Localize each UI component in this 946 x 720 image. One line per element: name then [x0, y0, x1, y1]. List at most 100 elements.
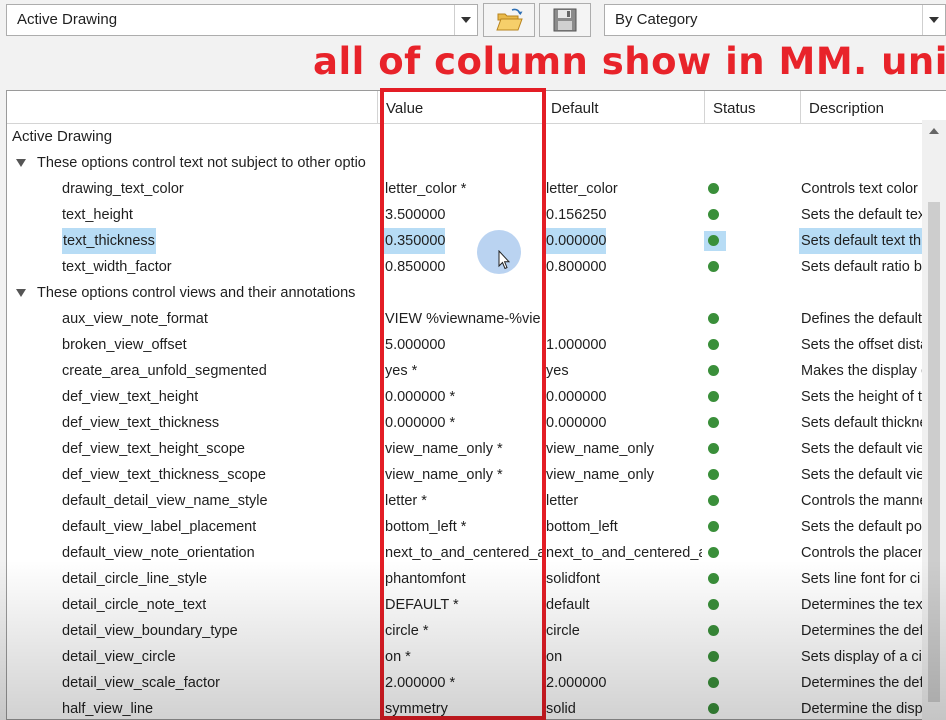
option-description: Sets the height of t: [801, 389, 922, 405]
option-value: phantomfont: [385, 571, 466, 587]
status-ok-icon: [708, 677, 719, 688]
option-row[interactable]: aux_view_note_format VIEW %viewname-%vie D…: [7, 306, 946, 332]
status-indicator: [704, 384, 726, 410]
options-grid[interactable]: Value Default Status Description Active …: [6, 90, 946, 720]
scroll-up-icon[interactable]: [929, 128, 939, 134]
drawing-select[interactable]: Active Drawing: [6, 4, 478, 36]
option-row[interactable]: half_view_line symmetry solid Determine the…: [7, 696, 946, 719]
drawing-select-value: Active Drawing: [17, 11, 118, 28]
option-value: next_to_and_centered_a: [385, 545, 543, 561]
option-name: def_view_text_height_scope: [62, 441, 245, 457]
option-description: Sets the offset dista: [801, 337, 929, 353]
vertical-scrollbar[interactable]: [922, 120, 946, 720]
option-default: solid: [546, 701, 576, 717]
option-row[interactable]: create_area_unfold_segmented yes * yes Make…: [7, 358, 946, 384]
option-default: view_name_only: [546, 467, 655, 483]
status-ok-icon: [708, 547, 719, 558]
option-default: letter_color: [546, 181, 618, 197]
category-row[interactable]: These options control text not subject t…: [7, 150, 946, 176]
option-value: 3.500000: [385, 207, 446, 223]
option-description: Controls text color: [801, 181, 918, 197]
status-indicator: [704, 488, 726, 514]
column-header-description[interactable]: Description: [800, 91, 946, 123]
option-row[interactable]: def_view_text_height 0.000000 * 0.000000 Se…: [7, 384, 946, 410]
option-name: def_view_text_thickness: [62, 415, 220, 431]
option-name: def_view_text_height: [62, 389, 199, 405]
status-indicator: [704, 254, 726, 280]
option-row[interactable]: detail_circle_note_text DEFAULT * default D…: [7, 592, 946, 618]
option-default: 0.800000: [546, 259, 607, 275]
status-indicator: [704, 436, 726, 462]
option-default: view_name_only: [546, 441, 655, 457]
option-description: Controls the placem: [801, 545, 929, 561]
chevron-down-icon[interactable]: [454, 5, 477, 35]
scroll-thumb[interactable]: [928, 202, 940, 702]
option-default: 0.000000: [546, 415, 607, 431]
column-header-default[interactable]: Default: [542, 91, 704, 123]
category-row[interactable]: These options control views and their an…: [7, 280, 946, 306]
collapse-triangle-icon[interactable]: [16, 289, 26, 297]
option-name: detail_view_circle: [62, 649, 176, 665]
status-ok-icon: [708, 443, 719, 454]
option-value: yes *: [385, 363, 418, 379]
status-indicator: [704, 566, 726, 592]
status-indicator: [704, 670, 726, 696]
status-indicator: [704, 202, 726, 228]
option-row[interactable]: def_view_text_thickness 0.000000 * 0.00000…: [7, 410, 946, 436]
option-value: 0.000000 *: [385, 389, 456, 405]
option-value: 2.000000 *: [385, 675, 456, 691]
option-row[interactable]: drawing_text_color letter_color * letter_c…: [7, 176, 946, 202]
column-header-value[interactable]: Value: [377, 91, 542, 123]
option-value: VIEW %viewname-%vie: [385, 311, 541, 327]
option-value: circle *: [385, 623, 429, 639]
option-row[interactable]: def_view_text_height_scope view_name_only…: [7, 436, 946, 462]
option-row[interactable]: detail_view_scale_factor 2.000000 * 2.0000…: [7, 670, 946, 696]
chevron-down-icon[interactable]: [922, 5, 945, 35]
option-value: 0.350000: [384, 228, 445, 254]
option-value: bottom_left *: [385, 519, 467, 535]
option-name: text_thickness: [62, 228, 156, 254]
status-ok-icon: [708, 391, 719, 402]
toolbar: Active Drawing By Category: [0, 0, 946, 44]
option-value: letter *: [385, 493, 427, 509]
option-name: text_width_factor: [62, 259, 172, 275]
collapse-triangle-icon[interactable]: [16, 159, 26, 167]
save-icon: [553, 8, 577, 32]
option-name: broken_view_offset: [62, 337, 187, 353]
option-value: view_name_only *: [385, 441, 503, 457]
option-row[interactable]: default_view_label_placement bottom_left …: [7, 514, 946, 540]
category-label: These options control text not subject t…: [37, 155, 366, 171]
status-ok-icon: [708, 521, 719, 532]
option-name: half_view_line: [62, 701, 154, 717]
option-description: Sets line font for ci: [801, 571, 921, 587]
filter-select[interactable]: By Category: [604, 4, 946, 36]
option-row[interactable]: detail_view_circle on * on Sets display of …: [7, 644, 946, 670]
option-description: Sets default ratio b: [801, 259, 922, 275]
option-row[interactable]: default_view_note_orientation next_to_and…: [7, 540, 946, 566]
option-default: yes: [546, 363, 569, 379]
status-indicator: [704, 462, 726, 488]
option-row[interactable]: text_height 3.500000 0.156250 Sets the defa…: [7, 202, 946, 228]
option-row[interactable]: detail_circle_line_style phantomfont solid…: [7, 566, 946, 592]
open-button[interactable]: [483, 3, 535, 37]
option-row[interactable]: detail_view_boundary_type circle * circle D…: [7, 618, 946, 644]
status-indicator: [704, 618, 726, 644]
option-description: Defines the default: [801, 311, 922, 327]
option-name: detail_view_boundary_type: [62, 623, 238, 639]
save-button[interactable]: [539, 3, 591, 37]
option-row[interactable]: broken_view_offset 5.000000 1.000000 Sets t…: [7, 332, 946, 358]
option-row[interactable]: default_detail_view_name_style letter * le…: [7, 488, 946, 514]
option-row[interactable]: text_width_factor 0.850000 0.800000 Sets de…: [7, 254, 946, 280]
status-ok-icon: [708, 261, 719, 272]
option-name: detail_circle_note_text: [62, 597, 207, 613]
status-indicator: [704, 410, 726, 436]
option-row[interactable]: def_view_text_thickness_scope view_name_o…: [7, 462, 946, 488]
option-description: Determine the disp: [801, 701, 923, 717]
status-ok-icon: [708, 599, 719, 610]
column-header-status[interactable]: Status: [704, 91, 800, 123]
group-row[interactable]: Active Drawing: [7, 124, 946, 150]
status-ok-icon: [708, 235, 719, 246]
option-default: circle: [546, 623, 580, 639]
option-default: 0.156250: [546, 207, 607, 223]
status-indicator: [704, 358, 726, 384]
